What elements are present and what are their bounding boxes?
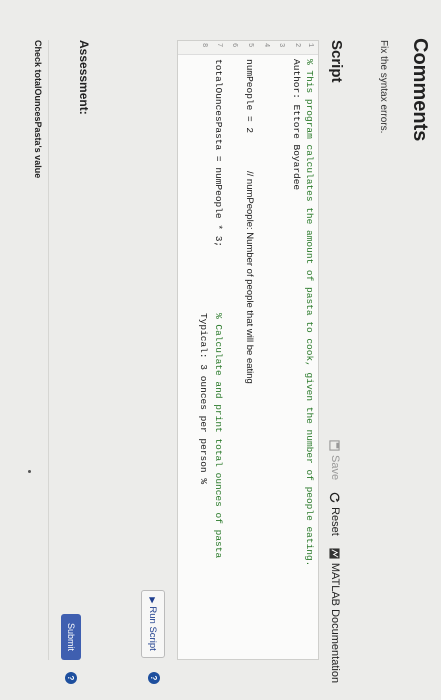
line-number: 3 [277,43,285,48]
line-number: 8 [200,43,208,48]
reset-icon [330,492,340,503]
divider [48,40,49,660]
line-number-gutter: 1 2 3 4 5 6 7 8 [178,41,318,55]
reset-label: Reset [329,507,341,536]
assessment-check: Check totalOuncesPasta's value [33,40,43,179]
code-editor[interactable]: 1 2 3 4 5 6 7 8 % This program calculate… [177,40,319,660]
code-line-7: totalOuncesPasta = numPeople * 3; [213,59,224,248]
code-line-2: Author: Ettore Boyardee [291,59,302,191]
script-toolbar: Save Reset MATLAB Documentation [329,440,341,683]
run-script-button[interactable]: ▶ Run Script [141,590,165,658]
line-number: 1 [306,43,314,48]
assessment-heading: Assessment: [77,40,91,115]
line-number: 2 [293,43,301,48]
documentation-icon [329,548,341,559]
run-script-label: Run Script [147,606,159,651]
submit-button[interactable]: Submit [61,614,81,660]
save-label: Save [329,455,341,481]
line-number: 7 [215,43,223,48]
page-title: Comments [409,38,431,142]
matlab-documentation-link[interactable]: MATLAB Documentation [329,548,341,683]
save-icon [329,440,341,451]
instructions: Fix the syntax errors. [378,40,389,134]
status-dot-icon [28,470,31,473]
code-line-1: % This program calculates the amount of … [304,59,315,567]
reset-button[interactable]: Reset [329,492,341,536]
code-line-8: Typical: 3 ounces per person % [198,313,209,485]
code-line-5: numPeople = 2 [244,59,255,134]
line-number: 6 [230,43,238,48]
line-number: 5 [246,43,254,48]
save-button[interactable]: Save [329,440,341,480]
code-line-5-comment: // numPeople: Number of people that will… [244,171,255,384]
script-heading: Script [328,40,345,83]
help-icon[interactable]: ? [65,672,77,684]
code-line-7-comment: % Calculate and print total ounces of pa… [213,313,224,559]
documentation-label: MATLAB Documentation [329,562,341,684]
help-icon[interactable]: ? [148,672,160,684]
line-number: 4 [262,43,270,48]
page: Comments Fix the syntax errors. Script S… [0,0,441,700]
play-icon: ▶ [148,597,158,604]
